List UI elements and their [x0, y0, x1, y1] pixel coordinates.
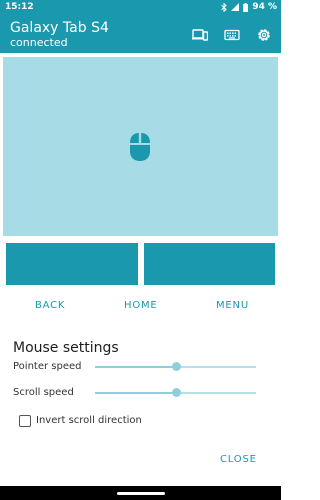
- home-button[interactable]: HOME: [124, 300, 158, 311]
- mouse-settings-title: Mouse settings: [13, 340, 119, 356]
- invert-scroll-checkbox[interactable]: [19, 415, 31, 427]
- slider-fill: [95, 366, 176, 368]
- bluetooth-icon: [221, 2, 228, 12]
- gear-icon[interactable]: [256, 27, 272, 43]
- battery-percent: 94 %: [252, 2, 277, 12]
- touchpad-area[interactable]: [3, 57, 278, 236]
- menu-button[interactable]: MENU: [216, 300, 249, 311]
- left-click-button[interactable]: [6, 243, 138, 285]
- device-title: Galaxy Tab S4: [10, 20, 109, 36]
- close-button[interactable]: CLOSE: [220, 454, 257, 465]
- scroll-speed-label: Scroll speed: [13, 387, 74, 398]
- slider-fill: [95, 392, 176, 394]
- battery-icon: [243, 2, 249, 12]
- scroll-speed-slider[interactable]: [95, 386, 256, 400]
- app-bar: 15:12 94 % Galaxy Tab S4 connected: [0, 0, 281, 53]
- signal-icon: [231, 3, 240, 11]
- invert-scroll-label[interactable]: Invert scroll direction: [36, 415, 142, 426]
- home-gesture-handle[interactable]: [117, 492, 165, 495]
- status-bar: 15:12 94 %: [0, 0, 281, 16]
- slider-thumb[interactable]: [171, 388, 181, 397]
- keyboard-icon[interactable]: [224, 27, 240, 43]
- right-click-button[interactable]: [144, 243, 275, 285]
- mouse-icon: [128, 131, 152, 167]
- connection-status: connected: [10, 36, 68, 49]
- status-time: 15:12: [5, 2, 34, 12]
- devices-icon[interactable]: [192, 27, 209, 43]
- slider-thumb[interactable]: [171, 362, 181, 371]
- pointer-speed-label: Pointer speed: [13, 361, 82, 372]
- pointer-speed-slider[interactable]: [95, 360, 256, 374]
- back-button[interactable]: BACK: [35, 300, 65, 311]
